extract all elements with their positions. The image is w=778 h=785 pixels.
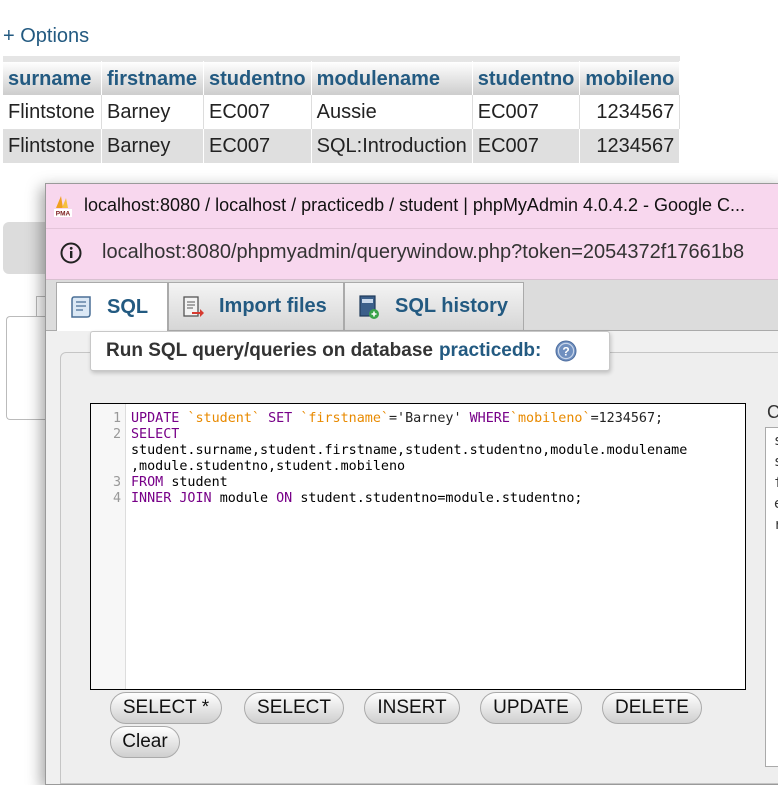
code-keyword: WHERE — [469, 411, 510, 426]
tab-sql-history[interactable]: SQL history — [344, 282, 524, 330]
delete-button[interactable]: DELETE — [602, 692, 702, 724]
list-item[interactable]: s — [774, 452, 778, 473]
table-cell: Barney — [101, 129, 204, 163]
list-item[interactable]: e — [774, 494, 778, 515]
tab-bar: SQL Import files SQL history — [46, 280, 778, 331]
code-text: =1234567; — [590, 411, 664, 426]
table-cell: Barney — [101, 95, 204, 129]
column-header-mobileno[interactable]: mobileno — [579, 56, 681, 95]
code-keyword: SET — [268, 411, 293, 426]
results-header-row: surname firstname studentno modulename s… — [3, 56, 681, 95]
clear-button[interactable]: Clear — [110, 726, 180, 758]
tab-sql-label: SQL — [107, 295, 149, 318]
logo-text: PMA — [56, 211, 71, 218]
code-identifier: `mobileno` — [509, 411, 591, 426]
columns-list[interactable]: s s f e r — [765, 427, 778, 767]
line-number-gutter: 1 2 3 4 — [91, 404, 126, 689]
query-panel-heading: Run SQL query/queries on database practi… — [90, 331, 610, 371]
code-keyword: INNER JOIN — [131, 491, 212, 506]
results-table: surname firstname studentno modulename s… — [3, 56, 681, 163]
options-link[interactable]: + Options — [3, 25, 89, 48]
line-number: 1 — [112, 411, 121, 426]
code-line-3: FROM student — [131, 475, 228, 491]
line-number: 4 — [112, 491, 121, 506]
code-identifier: `student` — [187, 411, 260, 426]
query-window: PMA localhost:8080 / localhost / practic… — [45, 183, 778, 785]
code-text: student — [171, 475, 228, 490]
tab-import-files[interactable]: Import files — [168, 282, 344, 330]
table-cell: 1234567 — [579, 129, 681, 163]
column-header-modulename[interactable]: modulename — [311, 56, 473, 95]
list-item[interactable]: r — [774, 515, 778, 536]
background-panel — [6, 316, 47, 420]
columns-label: C — [767, 402, 778, 422]
table-cell: Flintstone — [3, 95, 102, 129]
info-icon[interactable] — [60, 242, 82, 264]
table-cell: 1234567 — [579, 95, 681, 129]
code-keyword: FROM — [131, 475, 164, 490]
column-header-studentno-2[interactable]: studentno — [472, 56, 581, 95]
window-titlebar[interactable]: PMA localhost:8080 / localhost / practic… — [46, 184, 778, 229]
table-cell: SQL:Introduction — [311, 129, 473, 163]
code-keyword: UPDATE — [131, 411, 180, 426]
select-button[interactable]: SELECT — [244, 692, 344, 724]
column-header-studentno[interactable]: studentno — [203, 56, 312, 95]
code-keyword: SELECT — [131, 427, 180, 442]
code-line-1: UPDATE `student` SET `firstname`='Barney… — [131, 411, 663, 427]
table-cell: EC007 — [203, 129, 312, 163]
code-line-4: INNER JOIN module ON student.studentno=m… — [131, 491, 582, 507]
tab-sql[interactable]: SQL — [56, 282, 168, 331]
list-item[interactable]: f — [774, 473, 778, 494]
sql-query-editor[interactable]: 1 2 3 4 UPDATE `student` SET `firstname`… — [90, 403, 746, 690]
table-cell: EC007 — [472, 129, 581, 163]
code-line-2: SELECT — [131, 427, 179, 443]
table-row: Flintstone Barney EC007 SQL:Introduction… — [3, 129, 681, 163]
import-icon — [183, 295, 204, 317]
sql-icon — [71, 296, 91, 318]
window-title: localhost:8080 / localhost / practicedb … — [84, 195, 746, 215]
column-header-surname[interactable]: surname — [3, 56, 102, 95]
code-text: student.studentno=module.studentno; — [300, 491, 583, 506]
column-header-firstname[interactable]: firstname — [101, 56, 204, 95]
svg-text:?: ? — [563, 345, 570, 359]
code-keyword: ON — [276, 491, 293, 506]
select-star-button[interactable]: SELECT * — [110, 692, 222, 724]
history-icon — [359, 294, 379, 319]
table-cell: EC007 — [472, 95, 581, 129]
tab-import-label: Import files — [219, 295, 327, 317]
database-name-link[interactable]: practicedb: — [439, 340, 541, 362]
code-line-2-wrap: student.surname,student.firstname,studen… — [131, 443, 688, 458]
help-icon[interactable]: ? — [555, 340, 577, 362]
table-cell: Flintstone — [3, 129, 102, 163]
line-number: 2 — [112, 427, 121, 442]
update-button[interactable]: UPDATE — [480, 692, 582, 724]
code-text: module — [219, 491, 269, 506]
query-heading-text: Run SQL query/queries on database — [106, 340, 433, 361]
code-identifier: `firstname` — [300, 411, 389, 426]
table-cell: Aussie — [311, 95, 473, 129]
table-cell: EC007 — [203, 95, 312, 129]
code-line-2-wrap: ,module.studentno,student.mobileno — [131, 459, 406, 474]
list-item[interactable]: s — [774, 431, 778, 452]
url-text[interactable]: localhost:8080/phpmyadmin/querywindow.ph… — [102, 241, 744, 264]
tab-history-label: SQL history — [395, 295, 508, 317]
line-number: 3 — [112, 475, 121, 490]
insert-button[interactable]: INSERT — [364, 692, 460, 724]
table-row: Flintstone Barney EC007 Aussie EC007 123… — [3, 95, 681, 129]
phpmyadmin-logo-icon: PMA — [54, 196, 72, 218]
address-bar[interactable]: localhost:8080/phpmyadmin/querywindow.ph… — [46, 229, 778, 280]
code-text: ='Barney' — [389, 411, 462, 426]
